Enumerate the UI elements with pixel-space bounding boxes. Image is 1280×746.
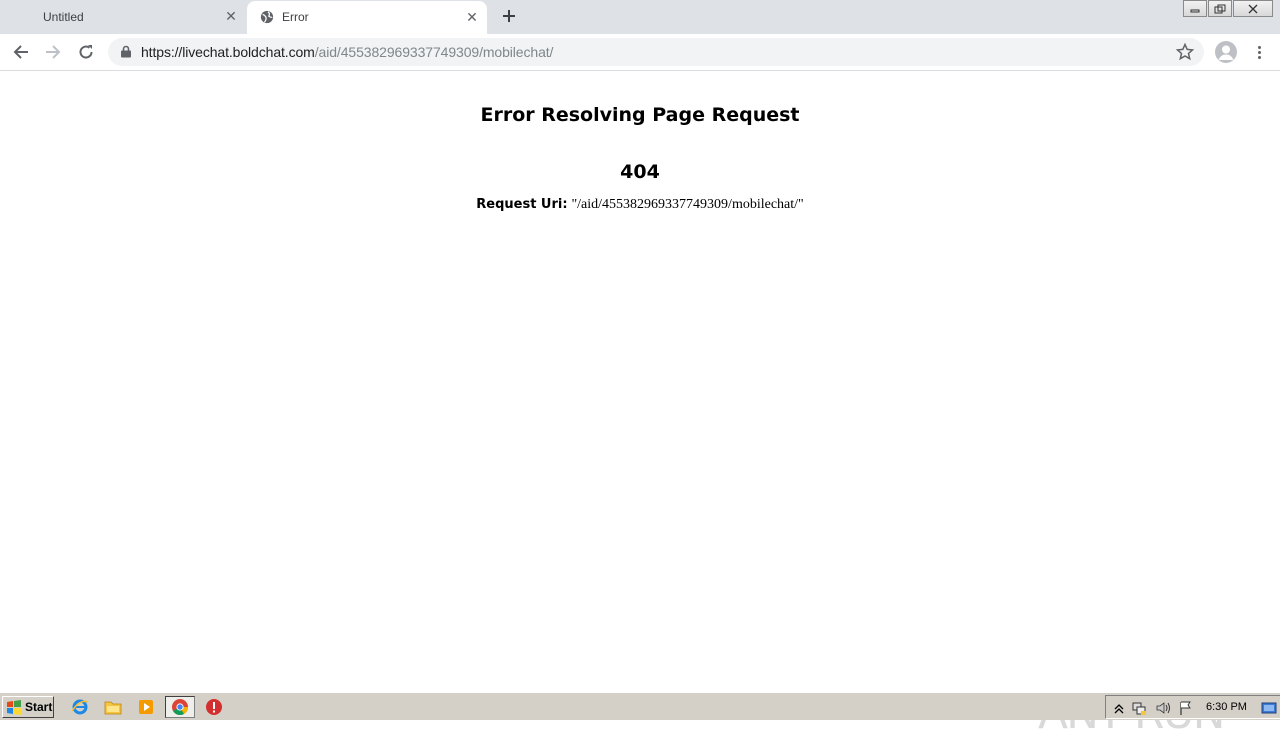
minimize-icon: [1190, 9, 1200, 12]
url-text: https://livechat.boldchat.com/aid/455382…: [141, 44, 553, 60]
url-host: https://livechat.boldchat.com: [141, 44, 315, 60]
new-tab-button[interactable]: [498, 5, 520, 27]
show-desktop-icon[interactable]: [1261, 700, 1277, 716]
stop-warning-icon: [206, 699, 222, 715]
start-label: Start: [25, 700, 53, 714]
chrome-icon: [172, 699, 189, 716]
restore-button[interactable]: [1208, 0, 1232, 17]
page-title: Error Resolving Page Request: [480, 104, 800, 126]
dot-icon: [1257, 50, 1261, 54]
tab-title: Untitled: [43, 10, 84, 24]
windows-logo-icon: [7, 700, 21, 715]
person-icon: [1218, 45, 1234, 60]
taskbar: Start 6:30 PM: [0, 692, 1280, 720]
lock-icon: [121, 45, 131, 58]
tab-error[interactable]: Error ✕: [247, 1, 487, 34]
tab-strip: Untitled ✕ Error ✕: [0, 0, 1280, 34]
taskbar-explorer[interactable]: [103, 697, 123, 717]
volume-icon[interactable]: [1155, 700, 1171, 716]
close-tab-icon[interactable]: ✕: [222, 7, 240, 25]
close-window-button[interactable]: [1233, 0, 1273, 17]
taskbar-media-player[interactable]: [136, 697, 156, 717]
forward-button[interactable]: [41, 40, 65, 64]
error-code: 404: [620, 161, 660, 183]
restore-icon: [1214, 4, 1226, 13]
system-tray: 6:30 PM: [1105, 695, 1280, 719]
tab-title: Error: [282, 10, 309, 24]
globe-icon: [260, 10, 274, 24]
close-icon: [1248, 4, 1258, 13]
taskbar-ie[interactable]: [70, 697, 90, 717]
internet-explorer-icon: [71, 699, 89, 715]
start-button[interactable]: Start: [2, 696, 54, 718]
bookmark-star-icon[interactable]: [1175, 42, 1195, 62]
url-path: /aid/455382969337749309/mobilechat/: [314, 44, 554, 60]
request-uri-label: Request Uri:: [476, 197, 568, 212]
chevron-up-icon[interactable]: [1111, 700, 1127, 716]
clock[interactable]: 6:30 PM: [1206, 701, 1247, 713]
back-button[interactable]: [9, 40, 33, 64]
taskbar-stop-app[interactable]: [204, 697, 224, 717]
flag-icon[interactable]: [1178, 700, 1194, 716]
reload-button[interactable]: [74, 40, 98, 64]
browser-toolbar: https://livechat.boldchat.com/aid/455382…: [0, 34, 1280, 71]
address-bar[interactable]: https://livechat.boldchat.com/aid/455382…: [108, 38, 1204, 66]
page-content: Error Resolving Page Request 404 Request…: [0, 72, 1280, 739]
request-uri: Request Uri: "/aid/455382969337749309/mo…: [0, 195, 1280, 213]
folder-icon: [104, 701, 122, 715]
forward-arrow-icon: [46, 45, 61, 59]
plus-icon: [503, 10, 515, 22]
request-uri-value: "/aid/455382969337749309/mobilechat/": [571, 197, 804, 212]
close-tab-icon[interactable]: ✕: [463, 8, 481, 26]
dot-icon: [1257, 55, 1261, 59]
browser-menu-button[interactable]: [1249, 42, 1269, 62]
media-player-icon: [139, 700, 153, 714]
dot-icon: [1257, 45, 1261, 49]
profile-avatar[interactable]: [1215, 41, 1237, 63]
reload-icon: [79, 45, 93, 59]
network-icon[interactable]: [1131, 700, 1147, 716]
tab-untitled[interactable]: Untitled ✕: [0, 0, 246, 34]
minimize-button[interactable]: [1183, 0, 1207, 17]
taskbar-chrome[interactable]: [165, 696, 195, 718]
back-arrow-icon: [13, 45, 28, 59]
